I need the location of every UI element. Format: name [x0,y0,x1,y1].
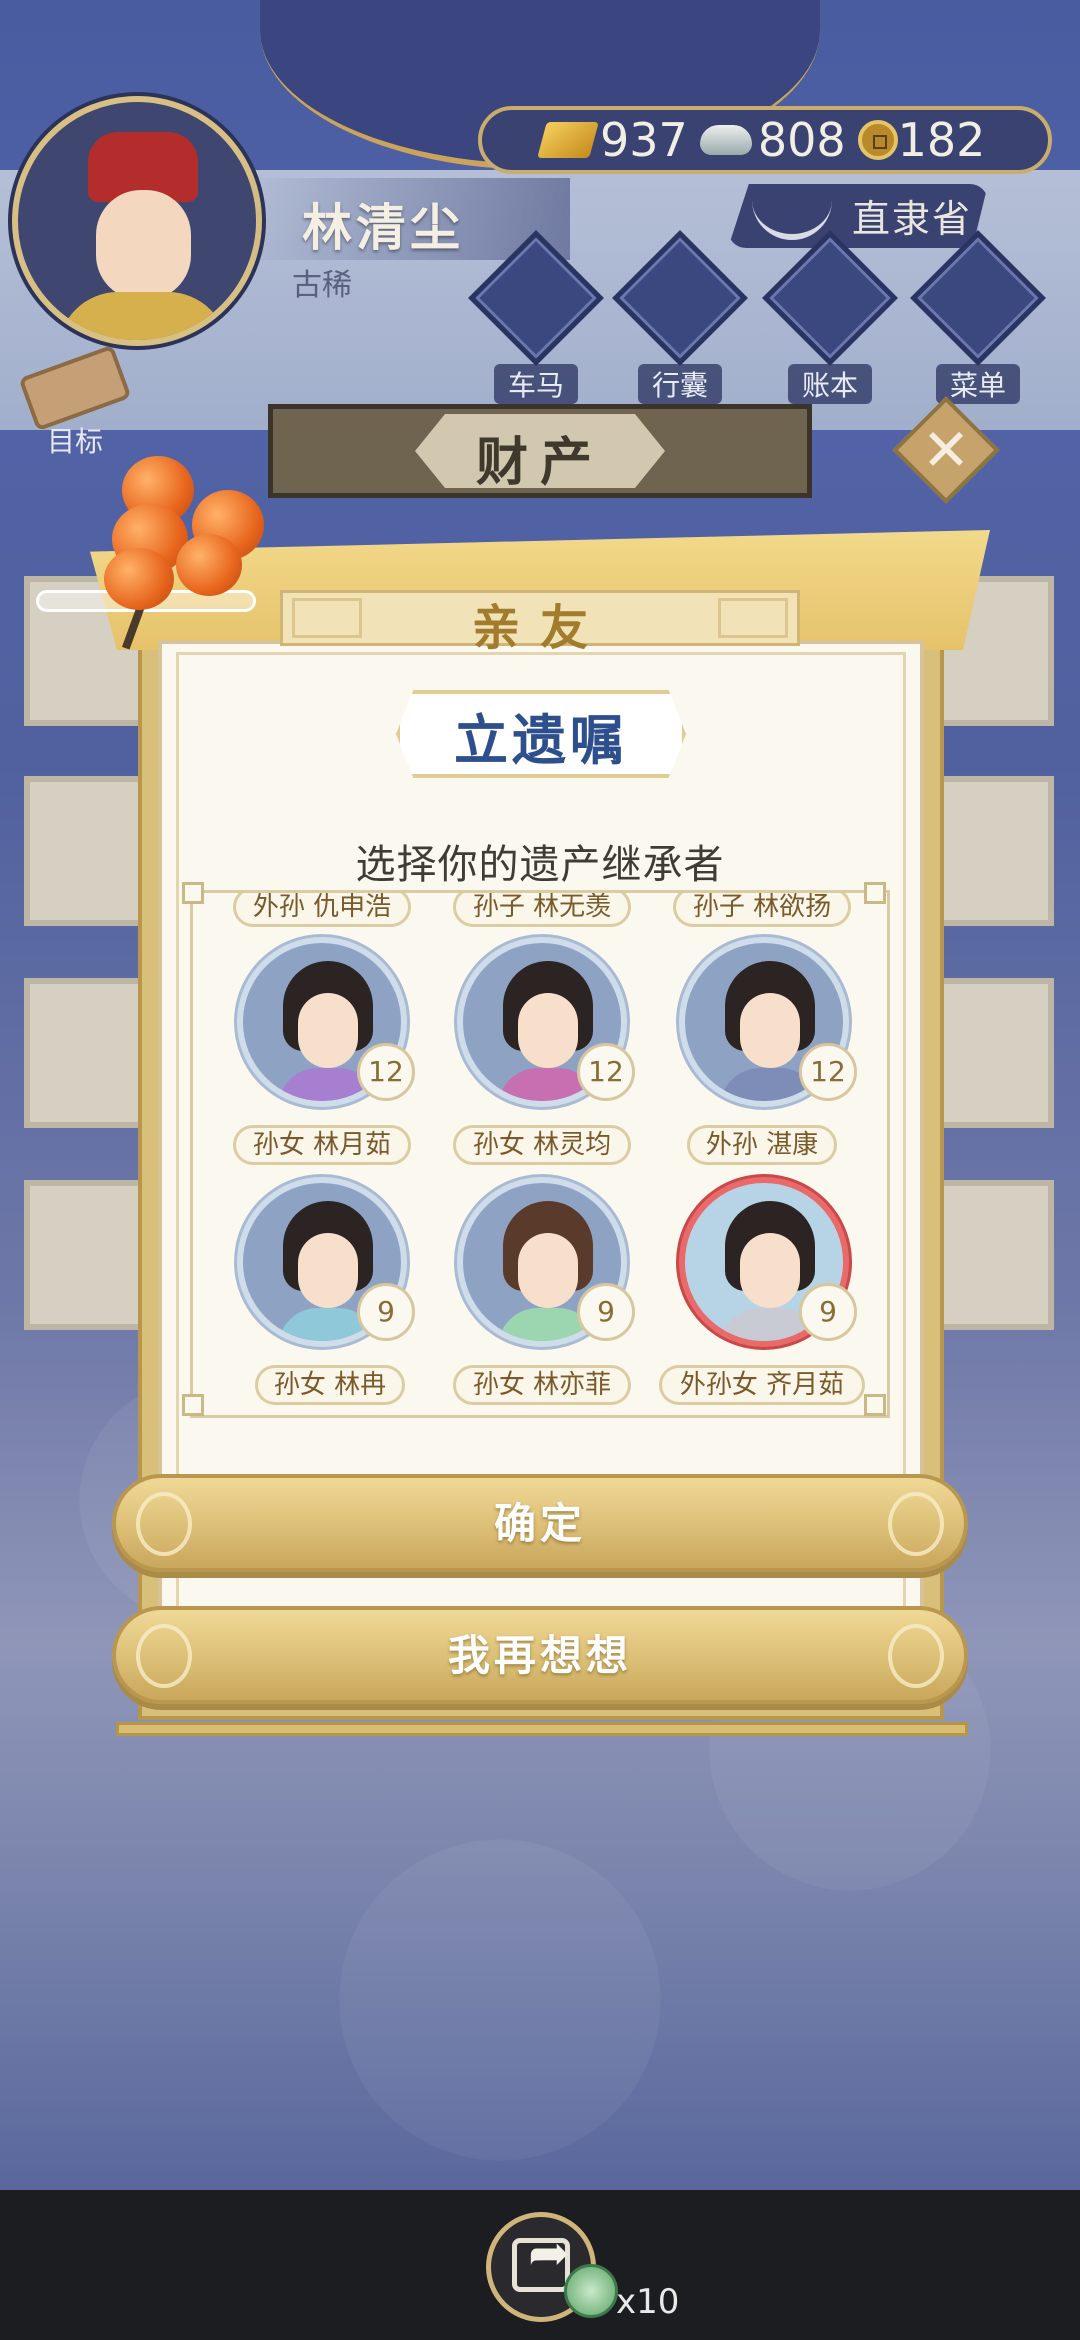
robe-shape [58,292,228,340]
heir-label[interactable]: 孙女 林亦菲 [453,1365,631,1405]
persimmon-icon [104,548,174,610]
close-icon: ✕ [921,416,971,484]
face-shape [740,993,800,1068]
frame-corner [864,882,886,904]
ledger-icon [762,230,898,366]
confirm-button[interactable]: 确定 [112,1474,968,1572]
nav-ledger-label: 账本 [787,364,872,404]
heir-level-badge: 12 [799,1043,857,1101]
face-shape [298,1233,358,1308]
currency-bar: 937 808 182 [478,106,1052,174]
heir-label[interactable]: 孙女 林灵均 [453,1125,631,1165]
nav-bag-label: 行囊 [637,364,722,404]
frame-corner [182,1394,204,1416]
background-card [934,1180,1054,1330]
nav-carriage-label: 车马 [493,364,578,404]
gold-ingot-icon [537,122,599,158]
confirm-label: 确定 [493,1499,586,1548]
nav-carriage-button[interactable]: 车马 [468,230,604,404]
share-reward-count: x10 [616,2282,680,2322]
player-avatar[interactable] [12,96,262,346]
gold-value: 937 [600,113,688,167]
heir-level-badge: 9 [357,1283,415,1341]
goal-button[interactable]: 目标 [18,344,132,460]
heir-level-badge: 12 [357,1043,415,1101]
coin-value: 182 [897,113,986,167]
will-title: 立遗嘱 [454,709,628,772]
jade-coin-icon [564,2264,618,2318]
silver-ingot-icon [699,125,752,155]
face-shape [96,190,191,300]
heir-level-badge: 12 [577,1043,635,1101]
reconsider-button[interactable]: 我再想想 [112,1606,968,1704]
heir-label[interactable]: 孙女 林月茹 [233,1125,411,1165]
heir-prompt: 选择你的遗产继承者 [355,842,725,888]
heir-label[interactable]: 孙子 林无羡 [453,893,631,927]
heir-level-badge: 9 [577,1283,635,1341]
dialog-bottom-rod [116,1722,968,1736]
silver-value: 808 [757,113,846,167]
tab-relatives[interactable]: 亲友 [390,588,690,658]
coin-currency: 182 [857,113,986,167]
persimmon-icon [176,534,242,596]
copper-coin-icon [857,120,898,160]
background-card [934,978,1054,1128]
background-card [24,1180,144,1330]
province-label: 直隶省 [852,197,973,241]
tab-decoration-left [292,598,362,638]
gold-currency: 937 [537,113,688,167]
menu-icon [910,230,1046,366]
player-name: 林清尘 [302,199,464,257]
frame-corner [864,1394,886,1416]
nav-menu-button[interactable]: 菜单 [910,230,1046,404]
property-title: 财产 [475,433,604,493]
bag-icon [612,230,748,366]
face-shape [298,993,358,1068]
heir-level-badge: 9 [799,1283,857,1341]
nav-ledger-button[interactable]: 账本 [762,230,898,404]
tab-decoration-right [718,598,788,638]
silver-currency: 808 [699,113,846,167]
background-card [24,978,144,1128]
background-card [934,776,1054,926]
face-shape [740,1233,800,1308]
face-shape [518,1233,578,1308]
heir-label[interactable]: 外孙 仇申浩 [233,893,411,927]
heir-list[interactable]: 外孙 仇申浩 孙子 林无羡 孙子 林欲扬 12 孙女 林月茹 12 孙女 林灵均… [190,890,890,1418]
share-arrow-icon: ➦ [528,2224,570,2282]
background-card [24,776,144,926]
reconsider-label: 我再想想 [447,1631,632,1680]
frame-corner [182,882,204,904]
heir-label[interactable]: 外孙 湛康 [687,1125,837,1165]
nav-bag-button[interactable]: 行囊 [612,230,748,404]
face-shape [518,993,578,1068]
heir-label[interactable]: 外孙女 齐月茹 [659,1365,865,1405]
player-age-title: 古稀 [292,268,352,303]
heir-label[interactable]: 孙子 林欲扬 [673,893,851,927]
carriage-icon [468,230,604,366]
heir-label[interactable]: 孙女 林冉 [255,1365,405,1405]
